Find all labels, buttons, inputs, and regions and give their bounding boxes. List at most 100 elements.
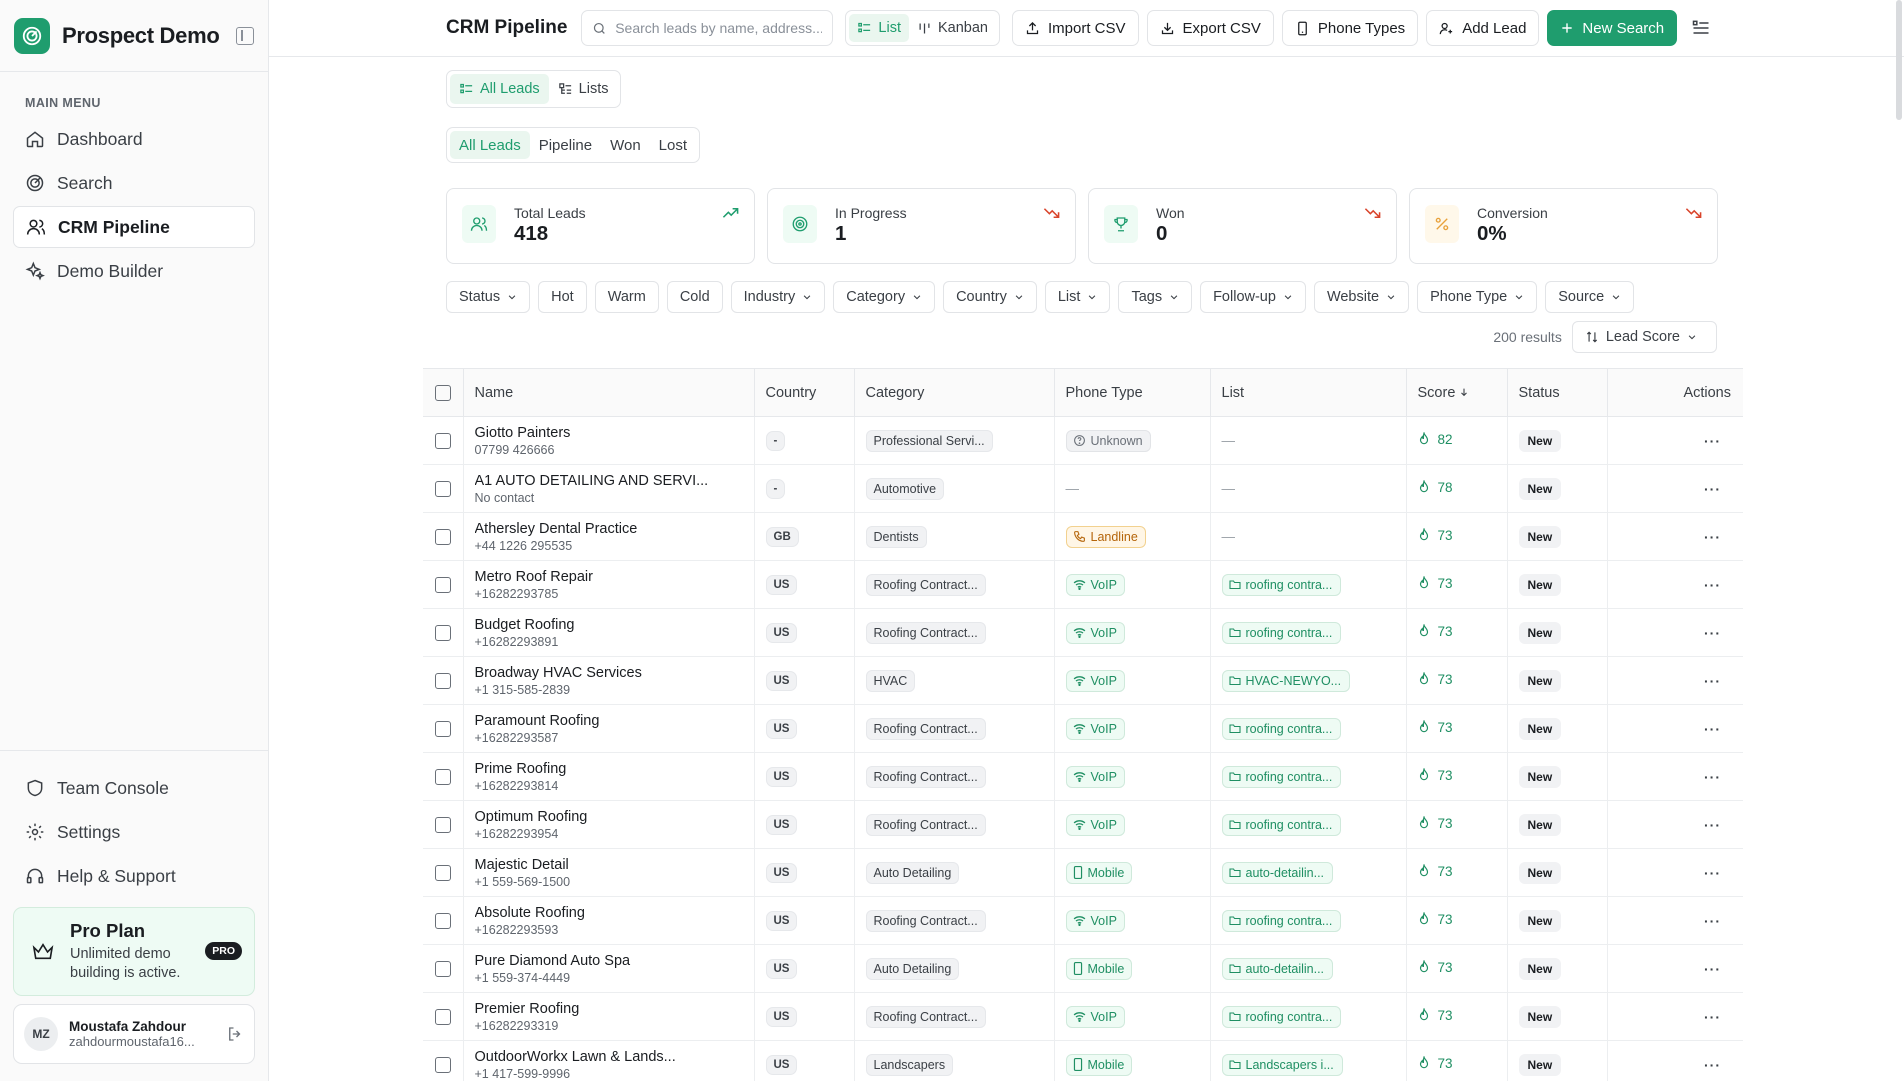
sort-dropdown[interactable]: Lead Score: [1571, 321, 1717, 353]
table-row[interactable]: Majestic Detail +1 559-569-1500 US Auto D…: [423, 848, 1743, 897]
filter-cold[interactable]: Cold: [666, 281, 723, 313]
sidebar-item-help-support[interactable]: Help & Support: [13, 855, 255, 897]
row-checkbox[interactable]: [435, 1008, 451, 1025]
sidebar-item-dashboard[interactable]: Dashboard: [13, 118, 255, 160]
more-actions-icon[interactable]: ···: [1704, 769, 1721, 785]
list-tag[interactable]: roofing contra...: [1221, 573, 1342, 596]
list-tag[interactable]: roofing contra...: [1221, 717, 1342, 740]
more-actions-icon[interactable]: ···: [1704, 865, 1721, 881]
more-actions-icon[interactable]: ···: [1704, 673, 1721, 689]
add-lead-button[interactable]: Add Lead: [1426, 10, 1540, 46]
table-row[interactable]: OutdoorWorkx Lawn & Lands... +1 417-599-9…: [423, 1040, 1743, 1081]
filter-status[interactable]: Status: [446, 281, 531, 313]
columns-settings-icon[interactable]: [1691, 18, 1711, 38]
table-row[interactable]: Premier Roofing +16282293319 US Roofing C…: [423, 992, 1743, 1041]
column-header-name[interactable]: Name: [463, 368, 755, 417]
row-checkbox[interactable]: [435, 480, 451, 497]
row-checkbox[interactable]: [435, 720, 451, 737]
filter-warm[interactable]: Warm: [594, 281, 659, 313]
table-row[interactable]: Pure Diamond Auto Spa +1 559-374-4449 US …: [423, 944, 1743, 993]
table-row[interactable]: A1 AUTO DETAILING AND SERVI... No contact…: [423, 464, 1743, 513]
list-tag[interactable]: auto-detailin...: [1221, 861, 1334, 884]
table-row[interactable]: Optimum Roofing +16282293954 US Roofing C…: [423, 800, 1743, 849]
view-list-button[interactable]: List: [849, 14, 909, 42]
table-row[interactable]: Paramount Roofing +16282293587 US Roofing…: [423, 704, 1743, 753]
more-actions-icon[interactable]: ···: [1704, 721, 1721, 737]
column-header-category[interactable]: Category: [854, 368, 1055, 417]
table-row[interactable]: Giotto Painters 07799 426666 - Profession…: [423, 416, 1743, 465]
column-header-status[interactable]: Status: [1507, 368, 1608, 417]
lead-name[interactable]: Prime Roofing: [475, 761, 754, 777]
brand-logo-icon[interactable]: [14, 17, 50, 54]
sidebar-item-team-console[interactable]: Team Console: [13, 767, 255, 809]
sidebar-item-settings[interactable]: Settings: [13, 811, 255, 853]
stage-tab-all-leads[interactable]: All Leads: [450, 131, 530, 159]
row-checkbox[interactable]: [435, 576, 451, 593]
lead-name[interactable]: Budget Roofing: [475, 617, 754, 633]
lead-name[interactable]: OutdoorWorkx Lawn & Lands...: [475, 1049, 754, 1065]
more-actions-icon[interactable]: ···: [1704, 433, 1721, 449]
filter-tags[interactable]: Tags: [1118, 281, 1193, 313]
lead-name[interactable]: Athersley Dental Practice: [475, 521, 754, 537]
column-header-list[interactable]: List: [1210, 368, 1407, 417]
lead-name[interactable]: Broadway HVAC Services: [475, 665, 754, 681]
filter-phone-type[interactable]: Phone Type: [1417, 281, 1538, 313]
row-checkbox[interactable]: [435, 624, 451, 641]
filter-category[interactable]: Category: [833, 281, 936, 313]
column-header-score[interactable]: Score: [1406, 368, 1508, 417]
more-actions-icon[interactable]: ···: [1704, 481, 1721, 497]
table-row[interactable]: Metro Roof Repair +16282293785 US Roofing…: [423, 560, 1743, 609]
column-header-phone-type[interactable]: Phone Type: [1054, 368, 1211, 417]
lead-name[interactable]: Absolute Roofing: [475, 905, 754, 921]
sidebar-item-crm-pipeline[interactable]: CRM Pipeline: [13, 206, 255, 248]
sidebar-item-search[interactable]: Search: [13, 162, 255, 204]
filter-industry[interactable]: Industry: [730, 281, 826, 313]
table-row[interactable]: Budget Roofing +16282293891 US Roofing Co…: [423, 608, 1743, 657]
logout-icon[interactable]: [226, 1025, 244, 1043]
lead-name[interactable]: Metro Roof Repair: [475, 569, 754, 585]
more-actions-icon[interactable]: ···: [1704, 577, 1721, 593]
table-row[interactable]: Absolute Roofing +16282293593 US Roofing …: [423, 896, 1743, 945]
lead-name[interactable]: A1 AUTO DETAILING AND SERVI...: [475, 473, 754, 489]
filter-country[interactable]: Country: [943, 281, 1037, 313]
row-checkbox[interactable]: [435, 912, 451, 929]
filter-hot[interactable]: Hot: [538, 281, 587, 313]
phone-types-button[interactable]: Phone Types: [1281, 10, 1419, 46]
sidebar-item-demo-builder[interactable]: Demo Builder: [13, 250, 255, 292]
row-checkbox[interactable]: [435, 768, 451, 785]
more-actions-icon[interactable]: ···: [1704, 913, 1721, 929]
stage-tab-pipeline[interactable]: Pipeline: [530, 131, 601, 159]
filter-source[interactable]: Source: [1545, 281, 1635, 313]
stage-tab-won[interactable]: Won: [601, 131, 650, 159]
lead-name[interactable]: Premier Roofing: [475, 1001, 754, 1017]
table-row[interactable]: Athersley Dental Practice +44 1226 295535…: [423, 512, 1743, 561]
lead-name[interactable]: Majestic Detail: [475, 857, 754, 873]
more-actions-icon[interactable]: ···: [1704, 1009, 1721, 1025]
more-actions-icon[interactable]: ···: [1704, 817, 1721, 833]
tab-all-leads[interactable]: All Leads: [450, 74, 549, 104]
lead-name[interactable]: Optimum Roofing: [475, 809, 754, 825]
list-tag[interactable]: auto-detailin...: [1221, 957, 1334, 980]
lead-name[interactable]: Giotto Painters: [475, 425, 754, 441]
sidebar-collapse-icon[interactable]: [236, 26, 254, 45]
table-row[interactable]: Prime Roofing +16282293814 US Roofing Con…: [423, 752, 1743, 801]
column-header-country[interactable]: Country: [754, 368, 855, 417]
scrollbar[interactable]: [1896, 0, 1902, 120]
filter-website[interactable]: Website: [1313, 281, 1410, 313]
export-csv-button[interactable]: Export CSV: [1146, 10, 1274, 46]
row-checkbox[interactable]: [435, 672, 451, 689]
list-tag[interactable]: roofing contra...: [1221, 621, 1342, 644]
filter-list[interactable]: List: [1044, 281, 1111, 313]
row-checkbox[interactable]: [435, 864, 451, 881]
row-checkbox[interactable]: [435, 1056, 451, 1073]
list-tag[interactable]: HVAC-NEWYO...: [1221, 669, 1351, 692]
more-actions-icon[interactable]: ···: [1704, 529, 1721, 545]
list-tag[interactable]: roofing contra...: [1221, 1005, 1342, 1028]
list-tag[interactable]: roofing contra...: [1221, 813, 1342, 836]
filter-follow-up[interactable]: Follow-up: [1200, 281, 1306, 313]
lead-name[interactable]: Pure Diamond Auto Spa: [475, 953, 754, 969]
lead-name[interactable]: Paramount Roofing: [475, 713, 754, 729]
user-card[interactable]: MZ Moustafa Zahdour zahdourmoustafa16...: [13, 1004, 255, 1064]
select-all-checkbox[interactable]: [435, 384, 451, 401]
more-actions-icon[interactable]: ···: [1704, 1057, 1721, 1073]
